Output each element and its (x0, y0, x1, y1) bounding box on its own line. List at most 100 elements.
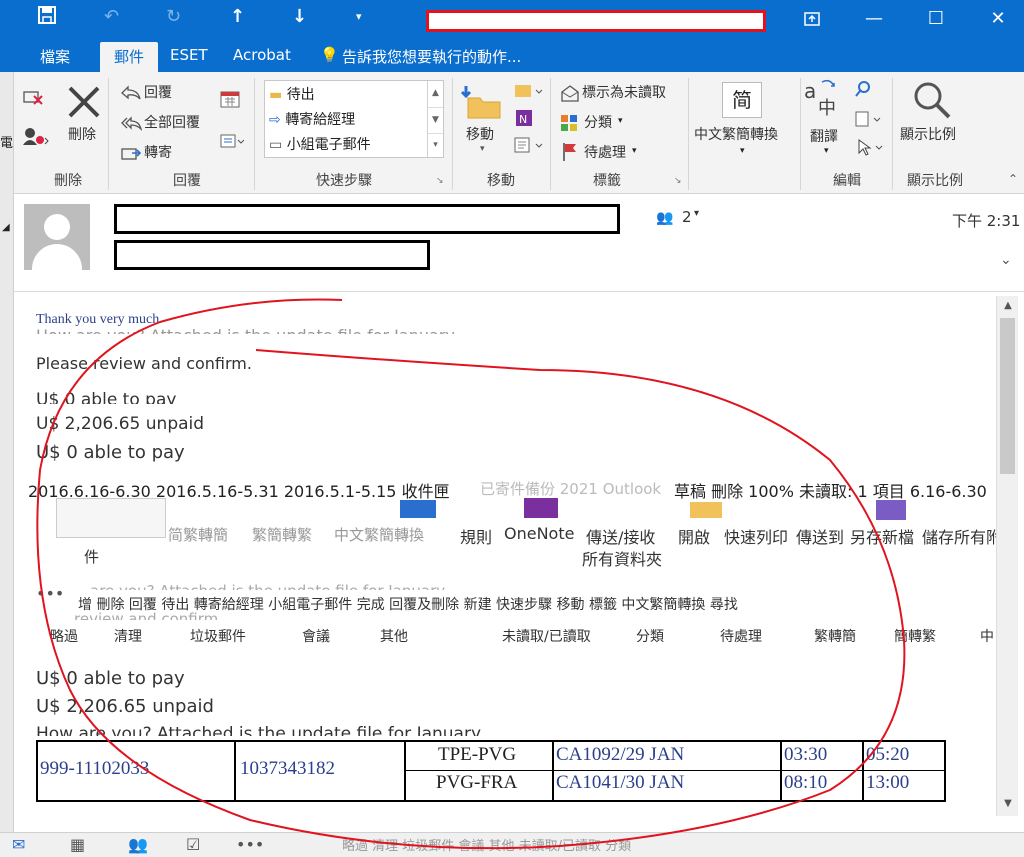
reply-all-button[interactable]: 全部回覆 (144, 112, 200, 132)
awb-ref: 999-11102033 (40, 758, 150, 779)
reply-all-icon[interactable] (120, 114, 143, 136)
body-text: U$ 0 able to pay (36, 390, 177, 404)
close-icon[interactable]: ✕ (976, 4, 1020, 34)
departure-time: 08:10 (784, 772, 828, 793)
route: TPE-PVG (438, 744, 517, 765)
tab-mail[interactable]: 郵件 (100, 42, 159, 72)
mail-icon[interactable]: ✉ (12, 835, 25, 854)
translate-button[interactable]: 翻譯 (810, 126, 838, 146)
folder-icon: ▬ (269, 87, 283, 103)
chevron-down-icon[interactable]: ▾ (740, 146, 745, 156)
related-icon[interactable] (854, 110, 884, 132)
scroll-down-icon[interactable]: ▼ (997, 794, 1019, 814)
move-button[interactable]: 移動 (466, 124, 494, 144)
people-count[interactable]: 2 (682, 208, 692, 226)
junk-icon[interactable] (22, 126, 50, 150)
forward-button[interactable]: 轉寄 (144, 142, 172, 162)
received-time: 下午 2:31 (952, 212, 1021, 230)
overlay-box (56, 498, 166, 538)
delete-icon[interactable] (66, 84, 102, 124)
quickstep-to-manager[interactable]: ⇨ 轉寄給經理 (269, 109, 355, 129)
group-editing-label: 編輯 (833, 173, 861, 189)
chinese-convert-icon[interactable]: 简 (722, 82, 762, 118)
actions-icon[interactable] (514, 136, 546, 158)
chevron-down-icon[interactable]: ▾ (694, 208, 699, 219)
undo-icon[interactable]: ↶ (104, 6, 119, 27)
delete-button[interactable]: 刪除 (68, 124, 96, 144)
scroll-up-icon[interactable]: ▲ (428, 81, 443, 107)
overlay-label: 另存新檔 (850, 528, 915, 547)
people-icon[interactable]: 👥 (656, 210, 673, 226)
save-as-icon (876, 500, 906, 520)
envelope-open-icon[interactable] (560, 84, 580, 106)
people-icon[interactable]: 👥 (128, 835, 148, 854)
tab-acrobat[interactable]: Acrobat (233, 46, 291, 64)
collapse-arrow-icon[interactable]: ◢ (2, 222, 10, 233)
translate-icon[interactable]: a中 (804, 78, 844, 122)
svg-text:N: N (519, 113, 527, 126)
group-zoom-label: 顯示比例 (907, 173, 963, 189)
left-pane-label: 電 (0, 136, 14, 151)
arrow-up-icon[interactable]: ↑ (230, 6, 245, 27)
chevron-down-icon[interactable]: ▾ (480, 144, 485, 154)
followup-button[interactable]: 待處理 (584, 142, 626, 162)
flag-icon[interactable] (562, 142, 578, 166)
meeting-icon[interactable] (220, 90, 240, 112)
quickstep-team-email[interactable]: ▭ 小組電子郵件 (269, 134, 371, 154)
chinese-convert-button[interactable]: 中文繁簡轉換 (694, 124, 778, 144)
find-icon[interactable] (854, 80, 872, 102)
zoom-icon[interactable] (912, 80, 952, 124)
redo-icon[interactable]: ↻ (166, 6, 181, 27)
overlay-label: 傳送到 (796, 528, 845, 547)
tab-eset[interactable]: ESET (170, 46, 208, 64)
reply-icon[interactable] (120, 84, 142, 106)
arrow-down-icon[interactable]: ↓ (292, 6, 307, 27)
calendar-icon[interactable]: ▦ (70, 835, 85, 854)
expand-gallery-icon[interactable]: ▾ (428, 133, 443, 157)
chevron-down-icon[interactable]: ▾ (618, 116, 623, 126)
tab-file[interactable]: 檔案 (40, 46, 70, 67)
scroll-down-icon[interactable]: ▼ (428, 107, 443, 133)
tell-me-search[interactable]: 告訴我您想要執行的動作... (342, 46, 521, 67)
ribbon-separator (254, 78, 255, 190)
dialog-launcher-icon[interactable]: ↘ (674, 176, 682, 186)
chevron-down-icon[interactable]: ▾ (824, 146, 829, 156)
categorize-button[interactable]: 分類 (584, 112, 612, 132)
categorize-icon[interactable] (560, 114, 578, 136)
zoom-button[interactable]: 顯示比例 (900, 124, 956, 144)
body-scrollbar[interactable]: ▲ ▼ (996, 296, 1018, 816)
onenote-icon[interactable]: N (514, 108, 534, 132)
restore-ribbon-icon[interactable] (790, 4, 834, 34)
select-icon[interactable] (856, 138, 886, 160)
move-folder-icon[interactable] (460, 84, 504, 124)
save-icon[interactable] (38, 6, 56, 29)
forward-icon: ⇨ (269, 112, 281, 128)
chevron-down-icon[interactable]: ▾ (356, 10, 362, 23)
expand-header-icon[interactable]: ⌄ (1000, 252, 1012, 268)
overlay-label: 清理 (114, 629, 142, 645)
forward-icon[interactable] (120, 144, 142, 166)
ghost-toolbar: 略過 清理 垃圾郵件 會議 其他 未讀取/已讀取 分類 (342, 839, 632, 854)
collapse-ribbon-icon[interactable]: ⌃ (1008, 172, 1018, 186)
quick-steps-gallery[interactable]: ▬ 待出 ⇨ 轉寄給經理 ▭ 小組電子郵件 ▲ ▼ ▾ (264, 80, 444, 158)
mark-unread-button[interactable]: 標示為未讀取 (582, 82, 666, 102)
body-text: How are you? Attached is the update file… (36, 724, 482, 736)
message-body: Thank you very much How are you? Attache… (14, 292, 996, 820)
tasks-icon[interactable]: ☑ (186, 835, 200, 854)
gallery-scroll[interactable]: ▲ ▼ ▾ (427, 81, 443, 157)
left-pane-edge: 電 ◢ (0, 72, 14, 832)
minimize-icon[interactable]: — (852, 4, 896, 34)
lightbulb-icon: 💡 (320, 46, 339, 64)
scroll-thumb[interactable] (1000, 318, 1015, 474)
reply-button[interactable]: 回覆 (144, 82, 172, 102)
more-icon[interactable]: ••• (236, 835, 264, 854)
more-respond-icon[interactable] (220, 132, 245, 154)
quickstep-move-to[interactable]: ▬ 待出 (269, 84, 315, 104)
maximize-icon[interactable]: ☐ (914, 4, 958, 34)
scroll-up-icon[interactable]: ▲ (997, 296, 1019, 316)
dialog-launcher-icon[interactable]: ↘ (436, 176, 444, 186)
chevron-down-icon[interactable]: ▾ (632, 146, 637, 156)
ignore-icon[interactable] (22, 86, 44, 110)
rules-icon[interactable] (514, 82, 544, 104)
group-respond-label: 回覆 (173, 173, 201, 189)
